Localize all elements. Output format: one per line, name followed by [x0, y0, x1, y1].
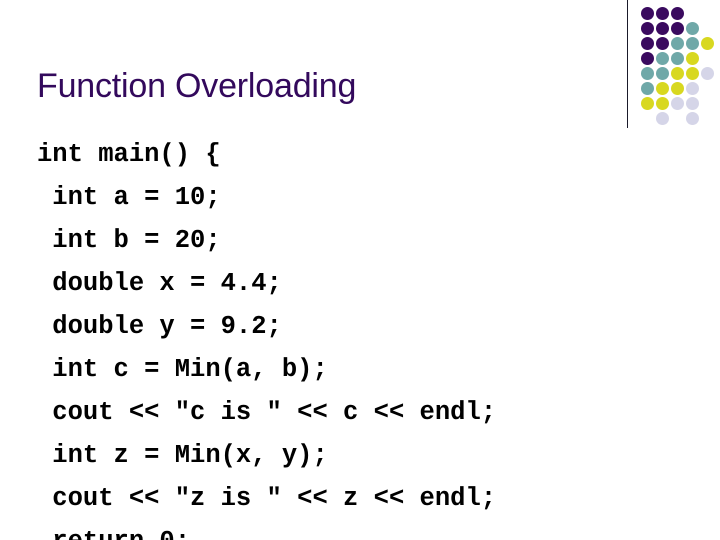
decorative-dot: [656, 37, 669, 50]
decorative-dot: [671, 97, 684, 110]
code-line: int main() {: [37, 140, 221, 169]
decorative-dot: [686, 82, 699, 95]
code-line: int a = 10;: [37, 183, 221, 212]
decorative-dot: [641, 7, 654, 20]
decorative-dot: [671, 82, 684, 95]
code-block: int main() { int a = 10; int b = 20; dou…: [37, 133, 687, 540]
decorative-dot: [656, 82, 669, 95]
decorative-dot: [701, 67, 714, 80]
decorative-dot: [641, 22, 654, 35]
code-line: double y = 9.2;: [37, 312, 282, 341]
decorative-dot: [686, 22, 699, 35]
header-divider: [627, 0, 628, 128]
decorative-dot-grid: [641, 7, 715, 125]
decorative-dot: [641, 67, 654, 80]
slide-canvas: Function Overloading int main() { int a …: [0, 0, 720, 540]
decorative-dot: [686, 37, 699, 50]
code-line: int z = Min(x, y);: [37, 441, 328, 470]
decorative-dot: [656, 7, 669, 20]
code-line: double x = 4.4;: [37, 269, 282, 298]
decorative-dot: [686, 52, 699, 65]
code-line: cout << "c is " << c << endl;: [37, 398, 497, 427]
decorative-dot: [671, 37, 684, 50]
decorative-dot: [656, 52, 669, 65]
decorative-dot: [641, 82, 654, 95]
code-line: int c = Min(a, b);: [37, 355, 328, 384]
decorative-dot: [641, 97, 654, 110]
decorative-dot: [641, 52, 654, 65]
decorative-dot: [641, 37, 654, 50]
decorative-dot: [671, 7, 684, 20]
decorative-dot: [671, 67, 684, 80]
page-title: Function Overloading: [37, 67, 357, 105]
decorative-dot: [701, 37, 714, 50]
code-line: cout << "z is " << z << endl;: [37, 484, 497, 513]
decorative-dot: [686, 97, 699, 110]
decorative-dot: [671, 52, 684, 65]
decorative-dot: [656, 22, 669, 35]
code-line: int b = 20;: [37, 226, 221, 255]
decorative-dot: [671, 22, 684, 35]
decorative-dot: [686, 112, 699, 125]
decorative-dot: [686, 67, 699, 80]
decorative-dot: [656, 97, 669, 110]
decorative-dot: [656, 112, 669, 125]
code-line: return 0;: [37, 520, 687, 540]
decorative-dot: [656, 67, 669, 80]
